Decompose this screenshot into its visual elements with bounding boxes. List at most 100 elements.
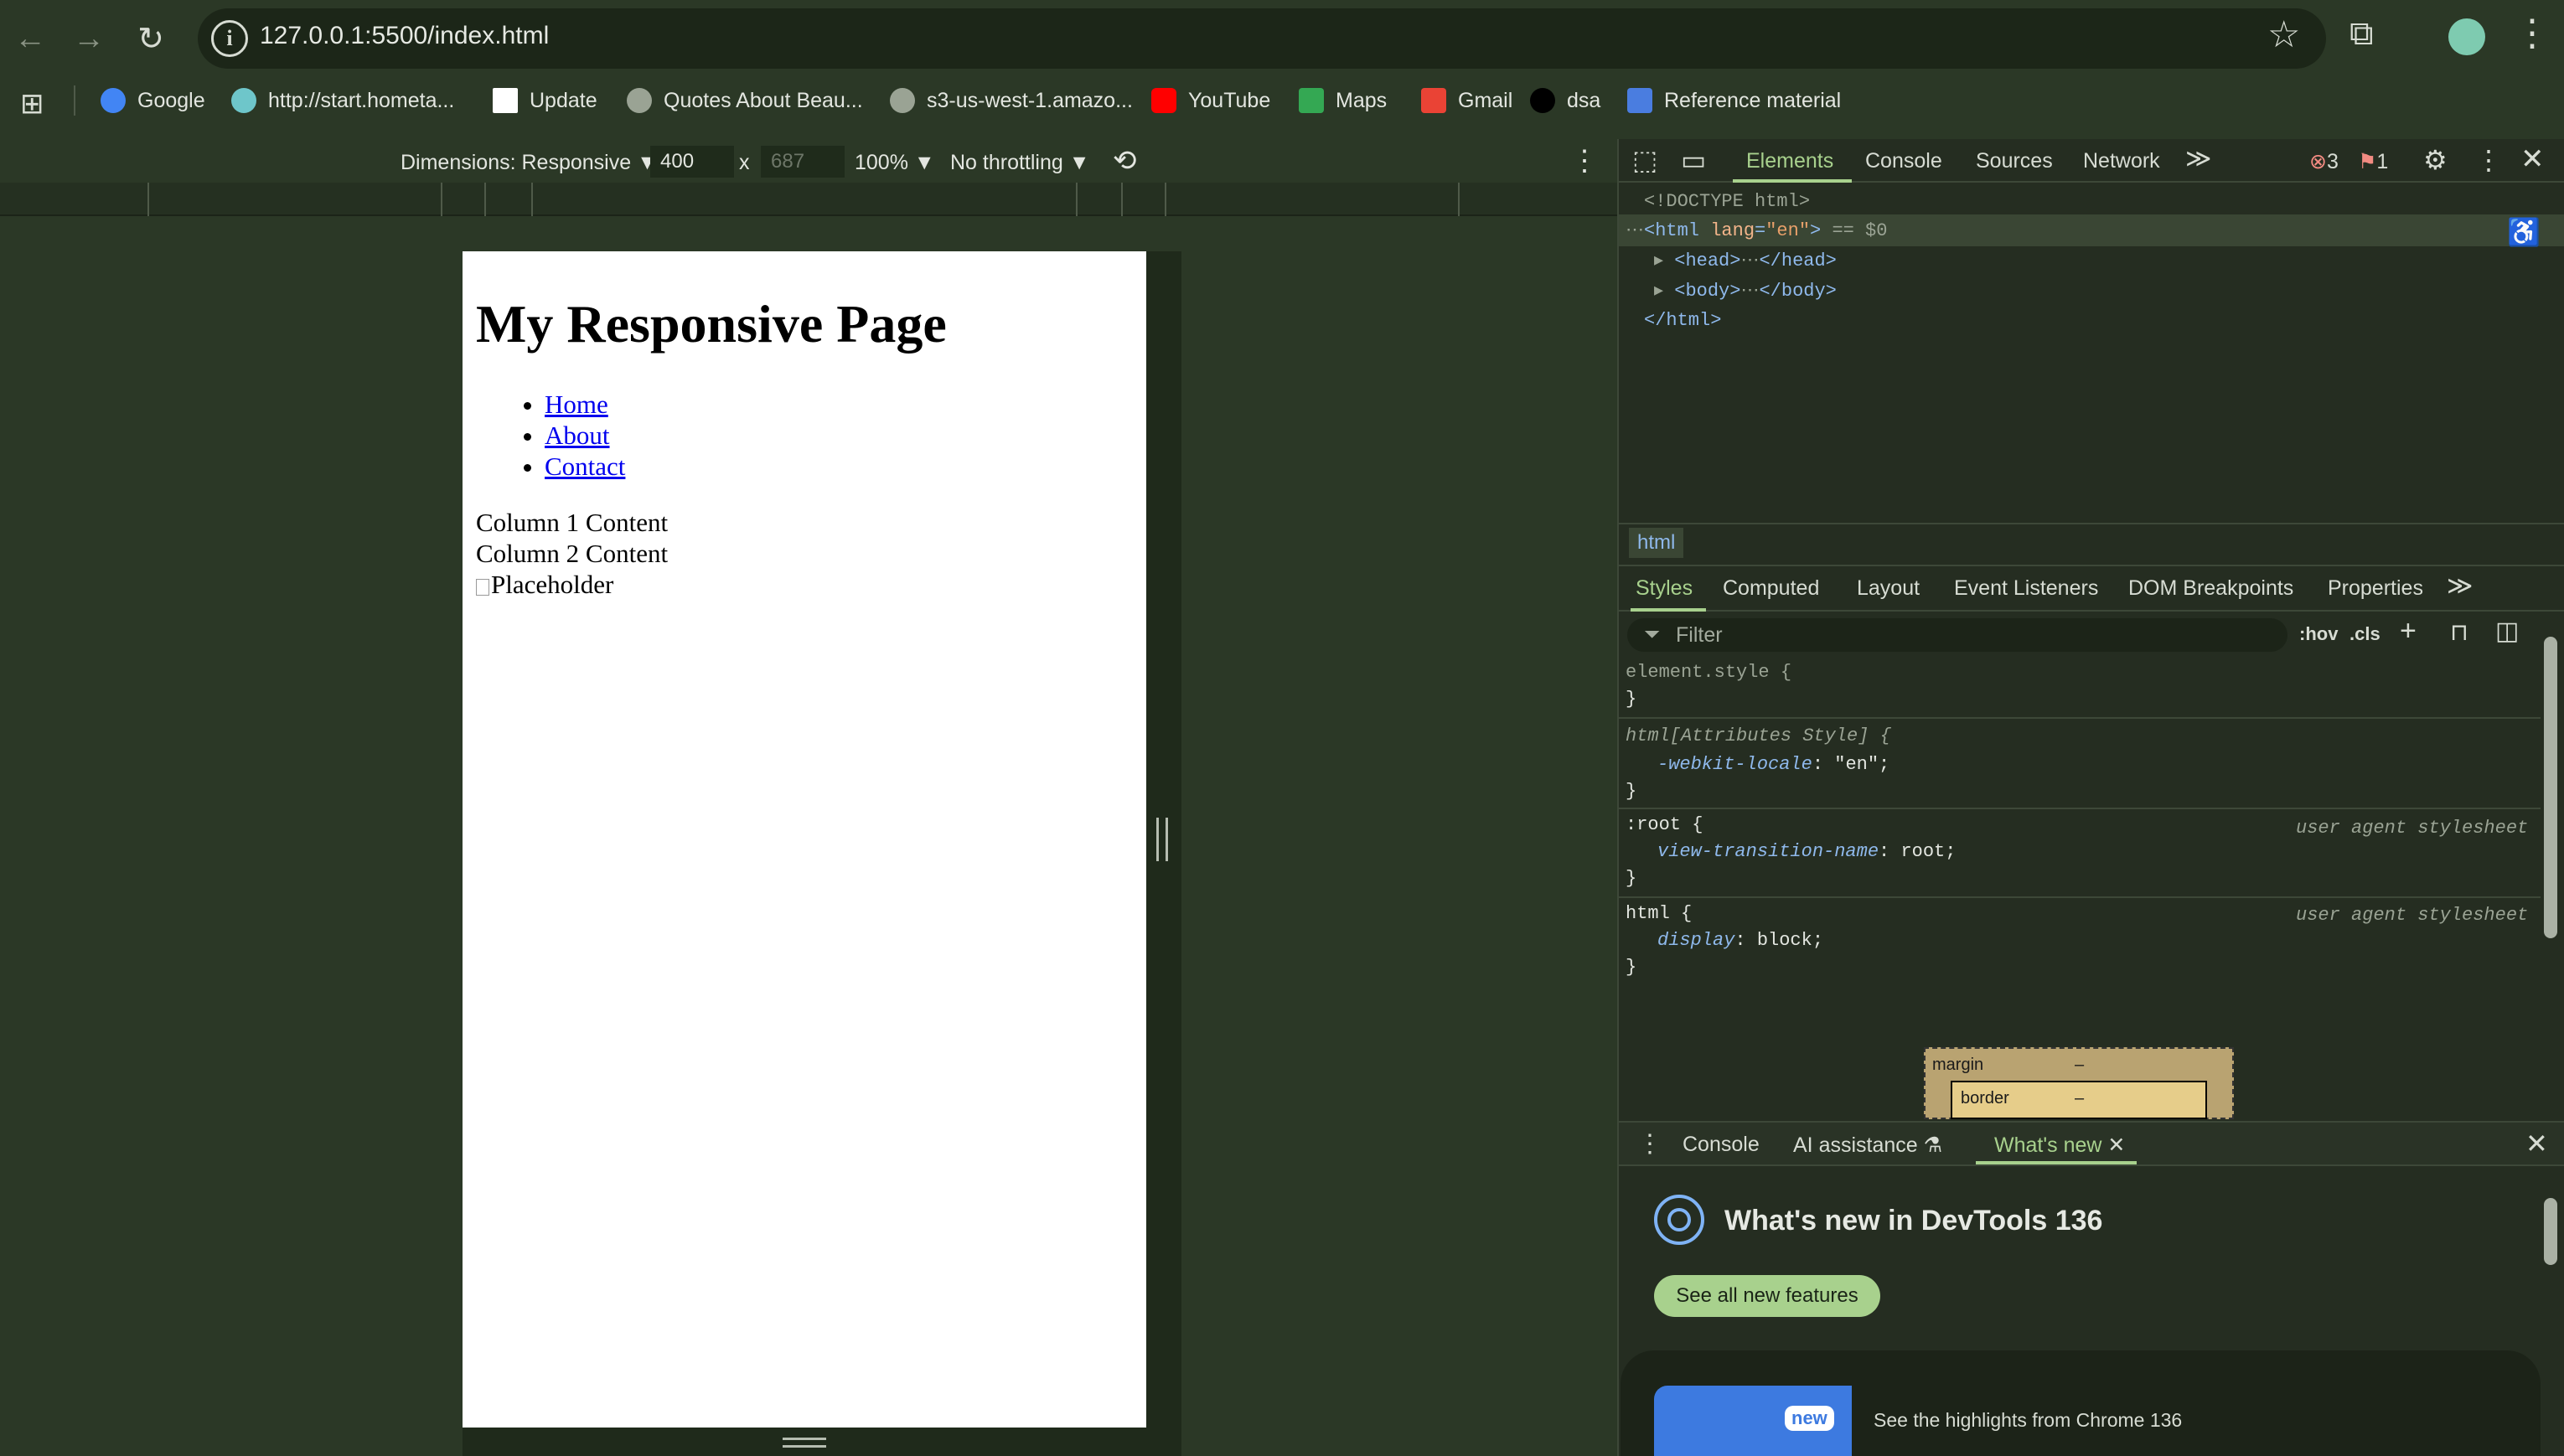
add-rule-icon[interactable]: +: [2400, 615, 2417, 648]
active-tab-underline: [1733, 179, 1852, 183]
back-button[interactable]: ←: [7, 15, 54, 62]
bookmark-quotes[interactable]: Quotes About Beau...: [627, 84, 863, 117]
expand-triangle-icon[interactable]: ▸: [1654, 281, 1663, 302]
nav-link-home[interactable]: Home: [545, 390, 608, 419]
tab-console[interactable]: Console: [1865, 149, 1942, 173]
rule-root[interactable]: :root {: [1626, 814, 1703, 835]
url-text[interactable]: 127.0.0.1:5500/index.html: [260, 22, 549, 50]
html-close-node[interactable]: </html>: [1644, 310, 1721, 331]
whats-new-title: What's new in DevTools 136: [1724, 1205, 2103, 1237]
nav-link-about[interactable]: About: [545, 421, 610, 450]
bookmark-gmail[interactable]: Gmail: [1421, 84, 1512, 117]
styles-filter-input[interactable]: [1627, 618, 2287, 652]
border-label: border: [1961, 1089, 2009, 1107]
rule-element-style[interactable]: element.style {: [1626, 662, 1791, 683]
resize-handle-icon[interactable]: [1156, 818, 1168, 861]
tab-sources[interactable]: Sources: [1976, 149, 2053, 173]
tab-dom-breakpoints[interactable]: DOM Breakpoints: [2128, 576, 2293, 601]
decl-webkit-locale[interactable]: -webkit-locale: "en";: [1657, 754, 1889, 775]
cls-toggle[interactable]: .cls: [2349, 623, 2380, 645]
doctype-line[interactable]: <!DOCTYPE html>: [1644, 191, 1810, 212]
html-node[interactable]: ⋯<html lang="en"> == $0: [1626, 219, 1887, 241]
more-tabs-icon[interactable]: ≫: [2185, 144, 2211, 173]
more-style-tabs-icon[interactable]: ≫: [2447, 571, 2473, 601]
bookmark-star-icon[interactable]: ☆: [2267, 13, 2300, 56]
device-toolbar-more-icon[interactable]: ⋮: [1570, 144, 1599, 178]
throttling-select[interactable]: No throttling ▼: [950, 151, 1089, 175]
tab-elements[interactable]: Elements: [1746, 149, 1833, 173]
close-tab-icon[interactable]: ✕: [2107, 1133, 2125, 1157]
warning-count[interactable]: ⚑1: [2358, 149, 2388, 174]
bookmark-hometab[interactable]: http://start.hometa...: [231, 84, 454, 117]
highlights-text[interactable]: See the highlights from Chrome 136: [1874, 1409, 2182, 1432]
ua-source: user agent stylesheet: [2296, 818, 2529, 839]
page-title: My Responsive Page: [476, 294, 947, 354]
resize-handle-bottom-icon[interactable]: [783, 1438, 826, 1448]
drawer-menu-icon[interactable]: ⋮: [1637, 1129, 1662, 1159]
close-devtools-icon[interactable]: ✕: [2520, 142, 2545, 176]
maps-icon: [1299, 88, 1324, 113]
inspect-element-icon[interactable]: ⬚: [1632, 144, 1657, 176]
bookmark-update[interactable]: Update: [493, 84, 597, 117]
decl-display[interactable]: display: block;: [1657, 930, 1823, 951]
tab-event-listeners[interactable]: Event Listeners: [1954, 576, 2098, 601]
extensions-icon[interactable]: ⧉: [2349, 15, 2374, 53]
collapsed-ellipsis-icon[interactable]: ⋯: [1740, 250, 1759, 271]
drawer-tab-console[interactable]: Console: [1683, 1133, 1760, 1157]
profile-avatar[interactable]: [2448, 18, 2485, 55]
bookmark-maps[interactable]: Maps: [1299, 84, 1387, 117]
reload-button[interactable]: ↻: [127, 15, 174, 62]
settings-gear-icon[interactable]: ⚙: [2423, 144, 2448, 176]
active-tab-underline: [1631, 608, 1706, 612]
head-node[interactable]: ▸ <head>⋯</head>: [1654, 250, 1837, 271]
drawer-tab-whats-new[interactable]: What's new ✕: [1994, 1133, 2125, 1158]
rotate-icon[interactable]: ⟲: [1113, 144, 1137, 178]
styles-scrollbar[interactable]: [2544, 637, 2557, 938]
breadcrumb-html[interactable]: html: [1629, 528, 1684, 558]
see-all-features-button[interactable]: See all new features: [1654, 1275, 1880, 1317]
tab-styles[interactable]: Styles: [1636, 576, 1693, 601]
close-drawer-icon[interactable]: ✕: [2525, 1128, 2548, 1159]
error-count[interactable]: ⊗3: [2309, 149, 2339, 174]
bookmark-s3[interactable]: s3-us-west-1.amazo...: [890, 84, 1133, 117]
accessibility-icon[interactable]: ♿: [2507, 216, 2541, 248]
zoom-select[interactable]: 100% ▼: [855, 151, 935, 175]
bookmark-google[interactable]: Google: [101, 84, 205, 117]
body-node[interactable]: ▸ <body>⋯</body>: [1654, 280, 1837, 302]
tab-computed[interactable]: Computed: [1723, 576, 1819, 601]
filter-funnel-icon: ⏷: [1644, 623, 1661, 646]
rule-attributes-style[interactable]: html[Attributes Style] {: [1626, 725, 1891, 746]
bookmark-reference[interactable]: Reference material: [1627, 84, 1841, 117]
collapsed-ellipsis-icon[interactable]: ⋯: [1740, 281, 1759, 302]
height-input[interactable]: 687: [761, 146, 845, 178]
nav-link-contact[interactable]: Contact: [545, 452, 625, 481]
drawer-tab-ai-assistance[interactable]: AI assistance ⚗: [1793, 1133, 1942, 1158]
rule-html[interactable]: html {: [1626, 903, 1692, 924]
tab-properties[interactable]: Properties: [2328, 576, 2423, 601]
rule-close: }: [1626, 957, 1637, 978]
device-toggle-icon[interactable]: ▭: [1681, 144, 1706, 176]
tab-layout[interactable]: Layout: [1857, 576, 1920, 601]
border-value: –: [2075, 1089, 2085, 1107]
decl-view-transition-name[interactable]: view-transition-name: root;: [1657, 841, 1956, 862]
width-input[interactable]: 400: [650, 146, 734, 178]
devtools-menu-icon[interactable]: ⋮: [2475, 144, 2502, 176]
tab-network[interactable]: Network: [2083, 149, 2160, 173]
broken-image-icon: [476, 578, 489, 596]
gmail-icon: [1421, 88, 1446, 113]
drawer-scrollbar[interactable]: [2544, 1198, 2557, 1265]
apps-grid-icon[interactable]: ⊞: [20, 87, 44, 121]
paint-icon[interactable]: ⊓: [2450, 618, 2468, 646]
expand-triangle-icon[interactable]: ▸: [1654, 250, 1663, 271]
device-viewport[interactable]: My Responsive Page Home About Contact Co…: [463, 251, 1146, 1428]
sidebar-toggle-icon[interactable]: ◫: [2495, 617, 2519, 646]
bookmark-dsa[interactable]: dsa: [1530, 84, 1600, 117]
media-query-ruler[interactable]: [0, 183, 1617, 216]
forward-button[interactable]: →: [65, 15, 112, 62]
browser-menu-icon[interactable]: ⋮: [2514, 12, 2551, 54]
site-info-icon[interactable]: i: [211, 20, 248, 57]
bookmark-youtube[interactable]: YouTube: [1151, 84, 1270, 117]
bookmark-separator: [74, 85, 75, 116]
hov-toggle[interactable]: :hov: [2299, 623, 2338, 645]
dimensions-select[interactable]: Dimensions: Responsive ▼: [401, 151, 658, 175]
